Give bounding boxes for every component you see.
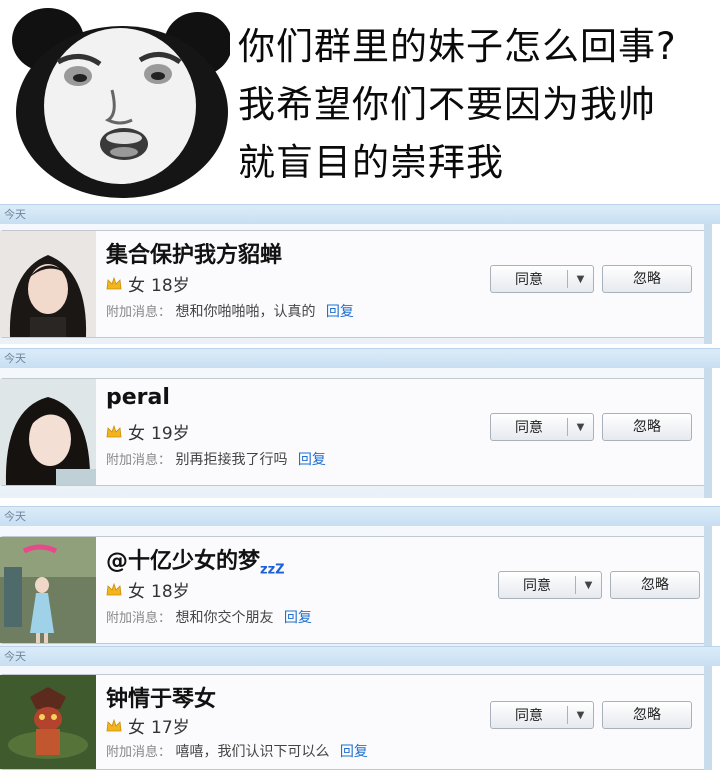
agree-label[interactable]: 同意 [499,575,575,595]
avatar[interactable] [0,537,96,643]
caption-line-1: 你们群里的妹子怎么回事? [238,25,677,68]
request-card: 钟情于琴女 女 17岁 附加消息： 嘻嘻，我们认识下可以么 回复 同意 ▼ 忽略 [0,674,706,770]
caption: 你们群里的妹子怎么回事? 我希望你们不要因为我帅 就盲目的崇拜我 [238,18,718,192]
panda-face-image [12,8,230,198]
message-prefix: 附加消息： [106,305,172,320]
message-text: 想和你交个朋友 [175,610,274,626]
attached-message: 附加消息： 嘻嘻，我们认识下可以么 回复 [106,741,368,761]
message-prefix: 附加消息： [106,745,172,760]
request-card: @十亿少女的梦zzZ 女 18岁 附加消息： 想和你交个朋友 回复 同意 ▼ 忽… [0,536,706,644]
request-card: 集合保护我方貂蝉 女 18岁 附加消息： 想和你啪啪啪，认真的 回复 同意 ▼ … [0,230,706,338]
friend-request: 今天 @十亿少女的梦zzZ 女 18岁 附加消息： 想和你交个朋友 回复 同意 … [0,506,720,646]
message-text: 别再拒接我了行吗 [175,452,288,468]
nickname: 钟情于琴女 [106,687,217,712]
request-body: 钟情于琴女 女 17岁 附加消息： 嘻嘻，我们认识下可以么 回复 同意 ▼ 忽略 [0,666,712,770]
reply-link[interactable]: 回复 [326,304,354,320]
avatar[interactable] [0,379,96,485]
crown-icon [106,276,122,289]
reply-link[interactable]: 回复 [284,610,312,626]
profile-info: 女 19岁 [106,419,190,444]
gender: 女 [128,718,145,738]
crown-icon [106,424,122,437]
attached-message: 附加消息： 想和你交个朋友 回复 [106,607,312,627]
request-body: 集合保护我方貂蝉 女 18岁 附加消息： 想和你啪啪啪，认真的 回复 同意 ▼ … [0,224,712,344]
attached-message: 附加消息： 想和你啪啪啪，认真的 回复 [106,301,354,321]
day-bar: 今天 [0,348,720,368]
day-bar: 今天 [0,646,720,666]
nickname-text: @十亿少女的梦 [106,549,261,574]
age: 17岁 [151,718,190,738]
agree-button[interactable]: 同意 ▼ [498,571,602,599]
message-text: 嘻嘻，我们认识下可以么 [175,744,330,760]
friend-request: 今天 集合保护我方貂蝉 女 18岁 附加消息： 想和你啪啪啪，认真的 回复 同意… [0,204,720,344]
profile-info: 女 18岁 [106,577,190,602]
day-label: 今天 [4,352,26,365]
agree-label[interactable]: 同意 [491,269,567,289]
gender: 女 [128,582,145,602]
panel-edge [704,666,712,770]
age: 19岁 [151,424,190,444]
panel-edge [704,368,712,498]
request-body: @十亿少女的梦zzZ 女 18岁 附加消息： 想和你交个朋友 回复 同意 ▼ 忽… [0,526,712,646]
agree-button[interactable]: 同意 ▼ [490,265,594,293]
agree-button[interactable]: 同意 ▼ [490,413,594,441]
reply-link[interactable]: 回复 [340,744,368,760]
agree-label[interactable]: 同意 [491,417,567,437]
ignore-button[interactable]: 忽略 [602,265,692,293]
caption-line-3: 就盲目的崇拜我 [238,141,504,184]
gender: 女 [128,424,145,444]
ignore-button[interactable]: 忽略 [610,571,700,599]
day-label: 今天 [4,650,26,663]
chevron-down-icon[interactable]: ▼ [568,710,593,721]
ignore-button[interactable]: 忽略 [602,701,692,729]
chevron-down-icon[interactable]: ▼ [568,274,593,285]
message-text: 想和你啪啪啪，认真的 [175,304,316,320]
avatar[interactable] [0,231,96,337]
gender: 女 [128,276,145,296]
nickname: peral [106,385,170,410]
nickname: 集合保护我方貂蝉 [106,243,283,268]
profile-info: 女 18岁 [106,271,190,296]
age: 18岁 [151,582,190,602]
attached-message: 附加消息： 别再拒接我了行吗 回复 [106,449,326,469]
agree-button[interactable]: 同意 ▼ [490,701,594,729]
age: 18岁 [151,276,190,296]
avatar[interactable] [0,675,96,769]
nickname: @十亿少女的梦zzZ [106,543,285,577]
meme-header: 你们群里的妹子怎么回事? 我希望你们不要因为我帅 就盲目的崇拜我 [0,0,720,200]
chevron-down-icon[interactable]: ▼ [576,580,601,591]
ignore-button[interactable]: 忽略 [602,413,692,441]
day-label: 今天 [4,510,26,523]
message-prefix: 附加消息： [106,611,172,626]
profile-info: 女 17岁 [106,713,190,738]
day-bar: 今天 [0,204,720,224]
request-body: peral 女 19岁 附加消息： 别再拒接我了行吗 回复 同意 ▼ 忽略 [0,368,712,498]
sleep-zzz: zzZ [260,562,285,578]
agree-label[interactable]: 同意 [491,705,567,725]
chevron-down-icon[interactable]: ▼ [568,422,593,433]
request-card: peral 女 19岁 附加消息： 别再拒接我了行吗 回复 同意 ▼ 忽略 [0,378,706,486]
reply-link[interactable]: 回复 [298,452,326,468]
friend-request: 今天 peral 女 19岁 附加消息： 别再拒接我了行吗 回复 同意 ▼ 忽略 [0,348,720,498]
day-label: 今天 [4,208,26,221]
message-prefix: 附加消息： [106,453,172,468]
caption-line-2: 我希望你们不要因为我帅 [238,83,656,126]
friend-request: 今天 钟情于琴女 女 17岁 附加消息： 嘻嘻，我们认识下可以么 回复 同意 ▼… [0,646,720,770]
panel-edge [704,224,712,344]
crown-icon [106,718,122,731]
panel-edge [704,526,712,646]
day-bar: 今天 [0,506,720,526]
crown-icon [106,582,122,595]
